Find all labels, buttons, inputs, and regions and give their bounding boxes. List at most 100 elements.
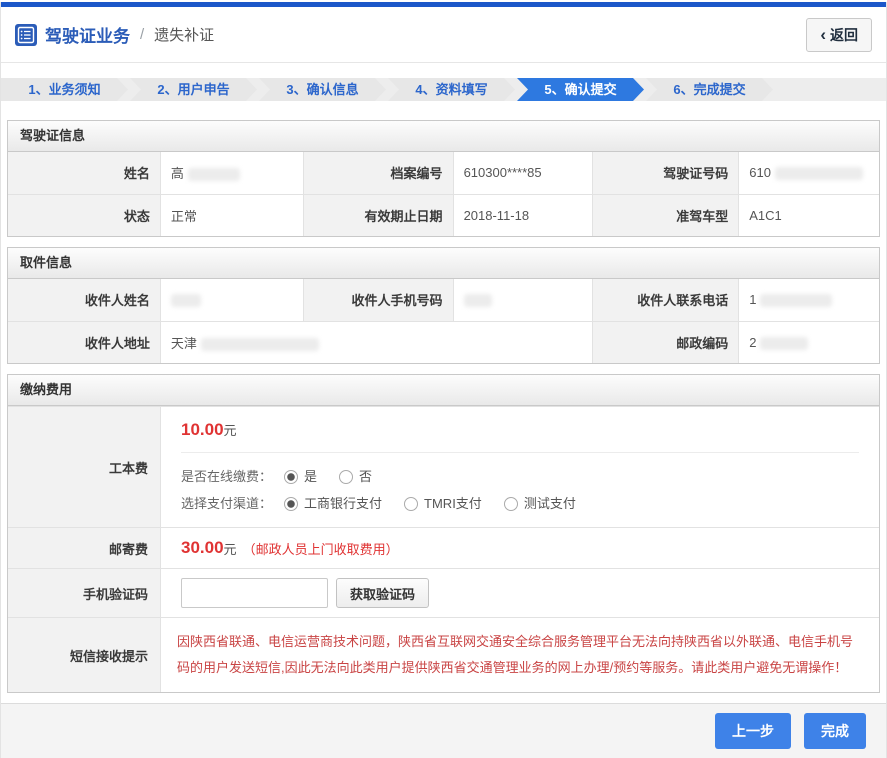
postage-fee-label: 邮寄费 [8,528,161,568]
channel-tmri-option[interactable]: TMRI支付 [404,490,482,517]
captcha-input[interactable] [181,578,328,608]
channel-icbc-option[interactable]: 工商银行支付 [284,490,382,517]
channel-test-label: 测试支付 [524,490,576,517]
pickup-info-title: 取件信息 [8,248,879,279]
chevron-left-icon: ‹ [820,29,826,41]
production-fee-amount: 10.00 [181,420,224,439]
radio-selected-icon[interactable] [284,470,298,484]
captcha-label: 手机验证码 [8,569,161,617]
table-row: 姓名 高 档案编号 610300****85 驾驶证号码 610 [8,152,879,194]
sms-notice-text: 因陕西省联通、电信运营商技术问题，陕西省互联网交通安全综合服务管理平台无法向持陕… [161,618,879,692]
recipient-phone-value: 1 [739,279,879,321]
online-payment-yes-label: 是 [304,463,317,490]
radio-unselected-icon[interactable] [504,497,518,511]
radio-selected-icon[interactable] [284,497,298,511]
status-label: 状态 [8,194,160,236]
valid-until-value: 2018-11-18 [453,194,592,236]
redacted-value [760,294,832,307]
redacted-value [171,294,201,307]
license-number-label: 驾驶证号码 [592,152,738,194]
back-button-label: 返回 [830,25,858,45]
step-4-fill-data[interactable]: 4、资料填写 [388,78,515,101]
recipient-address-value: 天津 [160,321,592,363]
breadcrumb: 驾驶证业务 / 遗失补证 [15,22,214,47]
license-info-section: 驾驶证信息 姓名 高 档案编号 610300****85 驾驶证号码 610 状… [7,120,880,237]
license-number-value: 610 [739,152,879,194]
footer-action-bar: 上一步 完成 [1,703,886,758]
redacted-value [201,338,319,351]
online-payment-no-option[interactable]: 否 [339,463,372,490]
postage-fee-amount: 30.00 [181,538,224,558]
production-fee-amount-line: 10.00元 [181,420,859,440]
production-fee-body: 10.00元 是否在线缴费： 是 否 选择支付渠道： [161,407,879,527]
radio-unselected-icon[interactable] [339,470,353,484]
step-6-complete-submit[interactable]: 6、完成提交 [646,78,773,101]
production-fee-label: 工本费 [8,407,161,527]
postal-code-value: 2 [739,321,879,363]
file-number-label: 档案编号 [303,152,453,194]
vehicle-class-label: 准驾车型 [592,194,738,236]
step-3-confirm-info[interactable]: 3、确认信息 [259,78,386,101]
recipient-mobile-value [453,279,592,321]
recipient-address-label: 收件人地址 [8,321,160,363]
page-subtitle: 遗失补证 [154,24,214,45]
postage-fee-row: 邮寄费 30.00元 （邮政人员上门收取费用） [8,527,879,568]
payment-channel-question-row: 选择支付渠道： 工商银行支付 TMRI支付 测试支付 [181,490,859,517]
pickup-info-section: 取件信息 收件人姓名 收件人手机号码 收件人联系电话 1 收件人地址 天津 邮政… [7,247,880,364]
recipient-name-value [160,279,303,321]
online-payment-no-label: 否 [359,463,372,490]
file-number-value: 610300****85 [453,152,592,194]
previous-step-button[interactable]: 上一步 [715,713,791,749]
redacted-value [188,168,240,181]
table-row: 状态 正常 有效期止日期 2018-11-18 准驾车型 A1C1 [8,194,879,236]
step-2-user-declaration[interactable]: 2、用户申告 [130,78,257,101]
page: 驾驶证业务 / 遗失补证 ‹ 返回 1、业务须知 2、用户申告 3、确认信息 4… [0,2,887,758]
name-label: 姓名 [8,152,160,194]
sms-notice-row: 短信接收提示 因陕西省联通、电信运营商技术问题，陕西省互联网交通安全综合服务管理… [8,617,879,692]
recipient-mobile-label: 收件人手机号码 [303,279,453,321]
breadcrumb-divider: / [140,26,144,43]
radio-unselected-icon[interactable] [404,497,418,511]
divider [181,452,859,453]
step-wizard: 1、业务须知 2、用户申告 3、确认信息 4、资料填写 5、确认提交 6、完成提… [1,78,886,101]
postal-code-label: 邮政编码 [592,321,738,363]
name-value: 高 [160,152,303,194]
back-button[interactable]: ‹ 返回 [806,18,872,52]
finish-button[interactable]: 完成 [804,713,866,749]
channel-icbc-label: 工商银行支付 [304,490,382,517]
channel-tmri-label: TMRI支付 [424,490,482,517]
vehicle-class-value: A1C1 [739,194,879,236]
table-row: 收件人地址 天津 邮政编码 2 [8,321,879,363]
status-value: 正常 [160,194,303,236]
fees-title: 缴纳费用 [8,375,879,406]
captcha-row: 手机验证码 获取验证码 [8,568,879,617]
license-info-table: 姓名 高 档案编号 610300****85 驾驶证号码 610 状态 正常 有… [8,152,879,236]
get-code-button[interactable]: 获取验证码 [336,578,429,608]
production-fee-unit: 元 [224,423,237,438]
step-5-confirm-submit[interactable]: 5、确认提交 [517,78,644,101]
production-fee-row: 工本费 10.00元 是否在线缴费： 是 否 [8,406,879,527]
page-header: 驾驶证业务 / 遗失补证 ‹ 返回 [1,7,886,63]
recipient-phone-label: 收件人联系电话 [592,279,738,321]
redacted-value [775,167,863,180]
sms-notice-label: 短信接收提示 [8,618,161,692]
payment-channel-question: 选择支付渠道： [181,490,272,517]
channel-test-option[interactable]: 测试支付 [504,490,576,517]
fees-section: 缴纳费用 工本费 10.00元 是否在线缴费： 是 否 [7,374,880,693]
postage-fee-body: 30.00元 （邮政人员上门收取费用） [161,528,879,568]
table-row: 收件人姓名 收件人手机号码 收件人联系电话 1 [8,279,879,321]
pickup-info-table: 收件人姓名 收件人手机号码 收件人联系电话 1 收件人地址 天津 邮政编码 2 [8,279,879,363]
online-payment-question: 是否在线缴费： [181,463,272,490]
online-payment-question-row: 是否在线缴费： 是 否 [181,463,859,490]
redacted-value [760,337,808,350]
license-info-title: 驾驶证信息 [8,121,879,152]
page-title: 驾驶证业务 [45,22,130,47]
valid-until-label: 有效期止日期 [303,194,453,236]
postage-fee-note: （邮政人员上门收取费用） [243,539,399,558]
step-1-business-notice[interactable]: 1、业务须知 [1,78,128,101]
postage-fee-unit: 元 [224,539,237,558]
recipient-name-label: 收件人姓名 [8,279,160,321]
redacted-value [464,294,492,307]
online-payment-yes-option[interactable]: 是 [284,463,317,490]
list-icon [15,24,37,46]
